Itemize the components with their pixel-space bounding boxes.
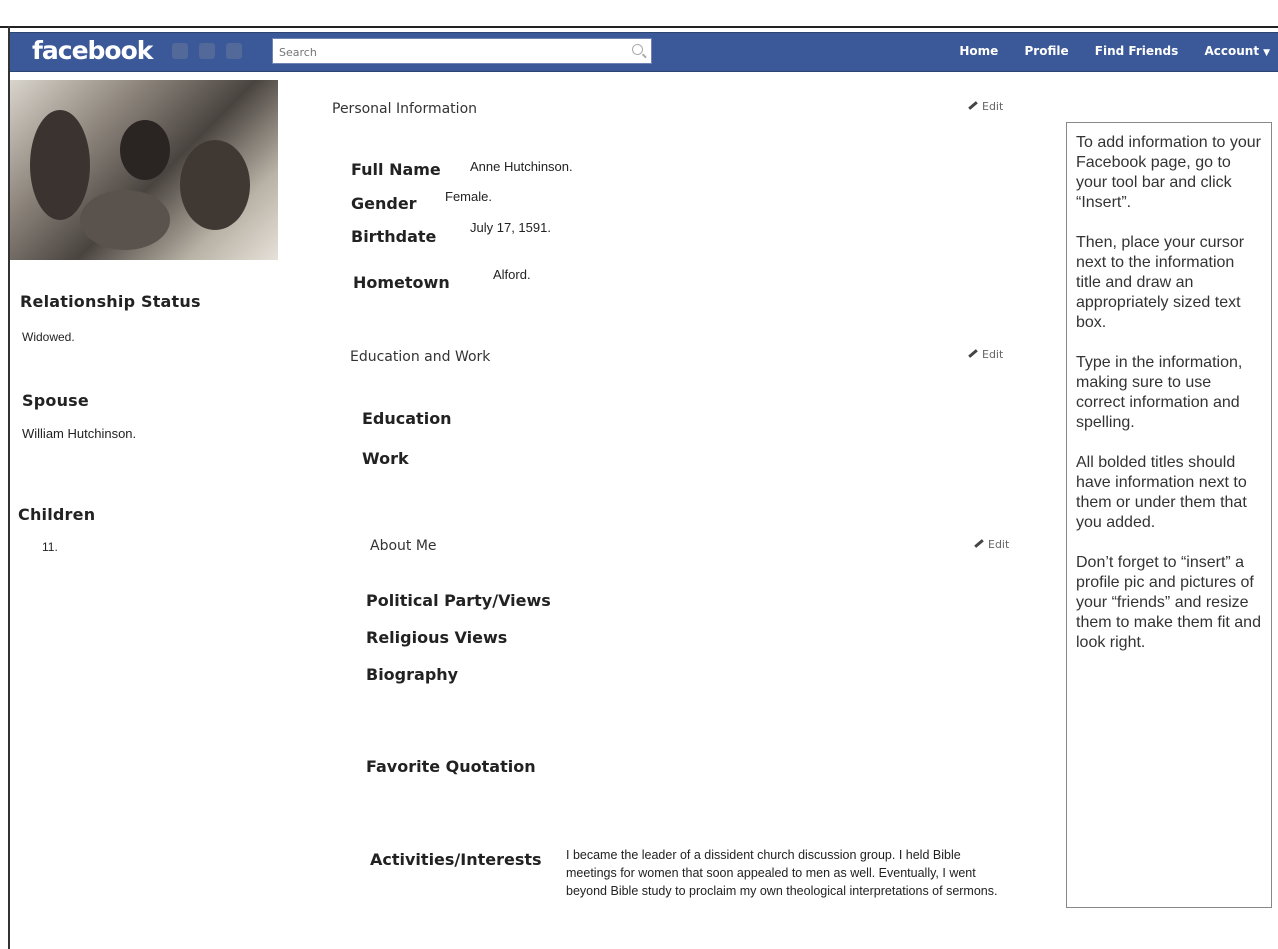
relationship-status-label: Relationship Status	[20, 292, 201, 311]
education-label: Education	[362, 409, 452, 428]
full-name-value: Anne Hutchinson.	[470, 159, 573, 174]
nav-profile[interactable]: Profile	[1025, 44, 1069, 58]
gender-label: Gender	[351, 194, 417, 213]
religious-views-label: Religious Views	[366, 628, 508, 647]
pencil-icon	[974, 538, 984, 548]
friend-requests-icon[interactable]	[172, 43, 188, 59]
relationship-status-value: Widowed.	[22, 330, 75, 344]
notifications-icon[interactable]	[226, 43, 243, 59]
instruction-paragraph-4: All bolded titles should have informatio…	[1076, 454, 1247, 531]
profile-picture[interactable]	[10, 80, 278, 260]
full-name-label: Full Name	[351, 160, 441, 179]
pencil-icon	[968, 348, 978, 358]
education-edit-link[interactable]: Edit	[968, 348, 1003, 361]
hometown-value: Alford.	[493, 267, 531, 282]
activities-interests-label: Activities/Interests	[370, 850, 542, 869]
spouse-value: William Hutchinson.	[22, 426, 137, 441]
notification-icons	[172, 43, 248, 63]
facebook-topbar: facebook Home Profile Find Friends Accou…	[10, 32, 1278, 72]
photo-figure-3	[180, 140, 250, 230]
photo-figure-1	[30, 110, 90, 220]
about-edit-label: Edit	[988, 538, 1010, 551]
instruction-paragraph-3: Type in the information, making sure to …	[1076, 354, 1243, 431]
photo-figure-2	[120, 120, 170, 180]
spouse-label: Spouse	[22, 391, 89, 410]
search-input[interactable]	[277, 40, 611, 64]
instruction-paragraph-1: To add information to your Facebook page…	[1076, 134, 1261, 211]
facebook-logo[interactable]: facebook	[32, 36, 153, 65]
messages-icon[interactable]	[199, 43, 216, 59]
page-frame-top	[0, 0, 1278, 28]
caret-down-icon: ▼	[1263, 48, 1270, 58]
about-edit-link[interactable]: Edit	[974, 538, 1009, 551]
personal-edit-link[interactable]: Edit	[968, 100, 1003, 113]
search-box	[272, 38, 652, 64]
political-views-label: Political Party/Views	[366, 591, 551, 610]
nav-home[interactable]: Home	[959, 44, 998, 58]
personal-information-title: Personal Information	[332, 101, 478, 117]
education-work-title: Education and Work	[350, 349, 491, 365]
birthdate-value: July 17, 1591.	[470, 220, 551, 235]
birthdate-label: Birthdate	[351, 227, 437, 246]
children-label: Children	[18, 505, 96, 524]
activities-interests-value: I became the leader of a dissident churc…	[566, 848, 998, 898]
nav-account-label: Account	[1204, 44, 1260, 58]
gender-value: Female.	[445, 189, 492, 204]
personal-edit-label: Edit	[982, 100, 1004, 113]
favorite-quotation-label: Favorite Quotation	[366, 757, 536, 776]
about-me-title: About Me	[370, 538, 437, 554]
pencil-icon	[968, 100, 978, 110]
instruction-paragraph-2: Then, place your cursor next to the info…	[1076, 234, 1245, 331]
hometown-label: Hometown	[353, 273, 450, 292]
search-icon[interactable]	[632, 44, 643, 55]
biography-label: Biography	[366, 665, 459, 684]
nav-account[interactable]: Account ▼	[1204, 44, 1270, 58]
top-nav: Home Profile Find Friends Account ▼	[937, 44, 1270, 58]
photo-figure-4	[80, 190, 170, 250]
nav-find-friends[interactable]: Find Friends	[1095, 44, 1179, 58]
work-label: Work	[362, 449, 409, 468]
instruction-paragraph-5: Don’t forget to “insert” a profile pic a…	[1076, 554, 1261, 651]
education-edit-label: Edit	[982, 348, 1004, 361]
children-value: 11.	[42, 540, 58, 554]
instructions-text-box: To add information to your Facebook page…	[1066, 122, 1272, 908]
